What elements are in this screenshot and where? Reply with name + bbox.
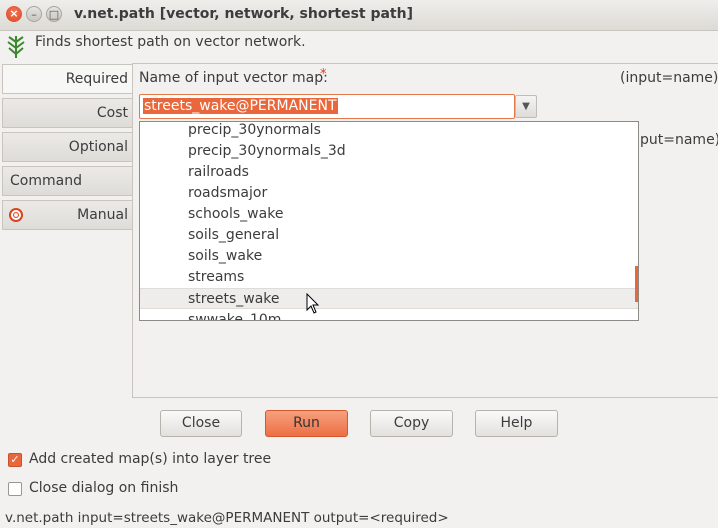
list-item[interactable]: roadsmajor xyxy=(140,183,638,204)
input-map-field[interactable]: streets_wake@PERMANENT xyxy=(139,94,515,119)
module-description: Finds shortest path on vector network. xyxy=(35,34,306,50)
run-button[interactable]: Run xyxy=(265,410,348,437)
list-item[interactable]: railroads xyxy=(140,162,638,183)
chevron-down-icon[interactable]: ▼ xyxy=(515,95,537,118)
input-map-label: Name of input vector map: xyxy=(139,70,328,86)
param-hint-partial: put=name) xyxy=(640,132,718,148)
window-title: v.net.path [vector, network, shortest pa… xyxy=(74,6,413,22)
list-item[interactable]: streams xyxy=(140,267,638,288)
close-on-finish-label: Close dialog on finish xyxy=(29,480,179,496)
copy-button[interactable]: Copy xyxy=(370,410,453,437)
add-to-layer-tree-checkbox[interactable]: ✓ xyxy=(8,453,22,467)
list-item[interactable]: soils_general xyxy=(140,225,638,246)
required-marker: * xyxy=(320,67,327,82)
input-map-value: streets_wake@PERMANENT xyxy=(143,98,338,114)
tab-cost[interactable]: Cost xyxy=(2,98,132,128)
list-item[interactable]: soils_wake xyxy=(140,246,638,267)
help-button[interactable]: Help xyxy=(475,410,558,437)
list-item[interactable]: precip_30ynormals xyxy=(140,122,638,141)
list-item[interactable]: precip_30ynormals_3d xyxy=(140,141,638,162)
window-close-button[interactable]: × xyxy=(6,6,22,22)
grass-logo-icon xyxy=(7,36,25,58)
tab-command-output[interactable]: Command output xyxy=(2,166,132,217)
close-button[interactable]: Close xyxy=(160,410,242,437)
list-item-highlighted[interactable]: streets_wake xyxy=(140,288,638,309)
close-on-finish-checkbox[interactable] xyxy=(8,482,22,496)
add-to-layer-tree-label: Add created map(s) into layer tree xyxy=(29,451,272,467)
window-maximize-button[interactable]: □ xyxy=(46,6,62,22)
tab-required[interactable]: Required xyxy=(2,64,132,94)
lifebuoy-icon xyxy=(9,208,23,222)
list-item[interactable]: schools_wake xyxy=(140,204,638,225)
list-item[interactable]: swwake_10m xyxy=(140,310,638,320)
dropdown-scrollbar[interactable] xyxy=(635,266,638,302)
command-status-bar: v.net.path input=streets_wake@PERMANENT … xyxy=(5,510,449,526)
mouse-cursor-icon xyxy=(306,293,320,314)
window-minimize-button[interactable]: – xyxy=(26,6,42,22)
map-dropdown-list[interactable]: precip_30ynormals precip_30ynormals_3d r… xyxy=(139,121,639,321)
tab-optional[interactable]: Optional xyxy=(2,132,132,162)
param-hint: (input=name) xyxy=(620,70,718,86)
